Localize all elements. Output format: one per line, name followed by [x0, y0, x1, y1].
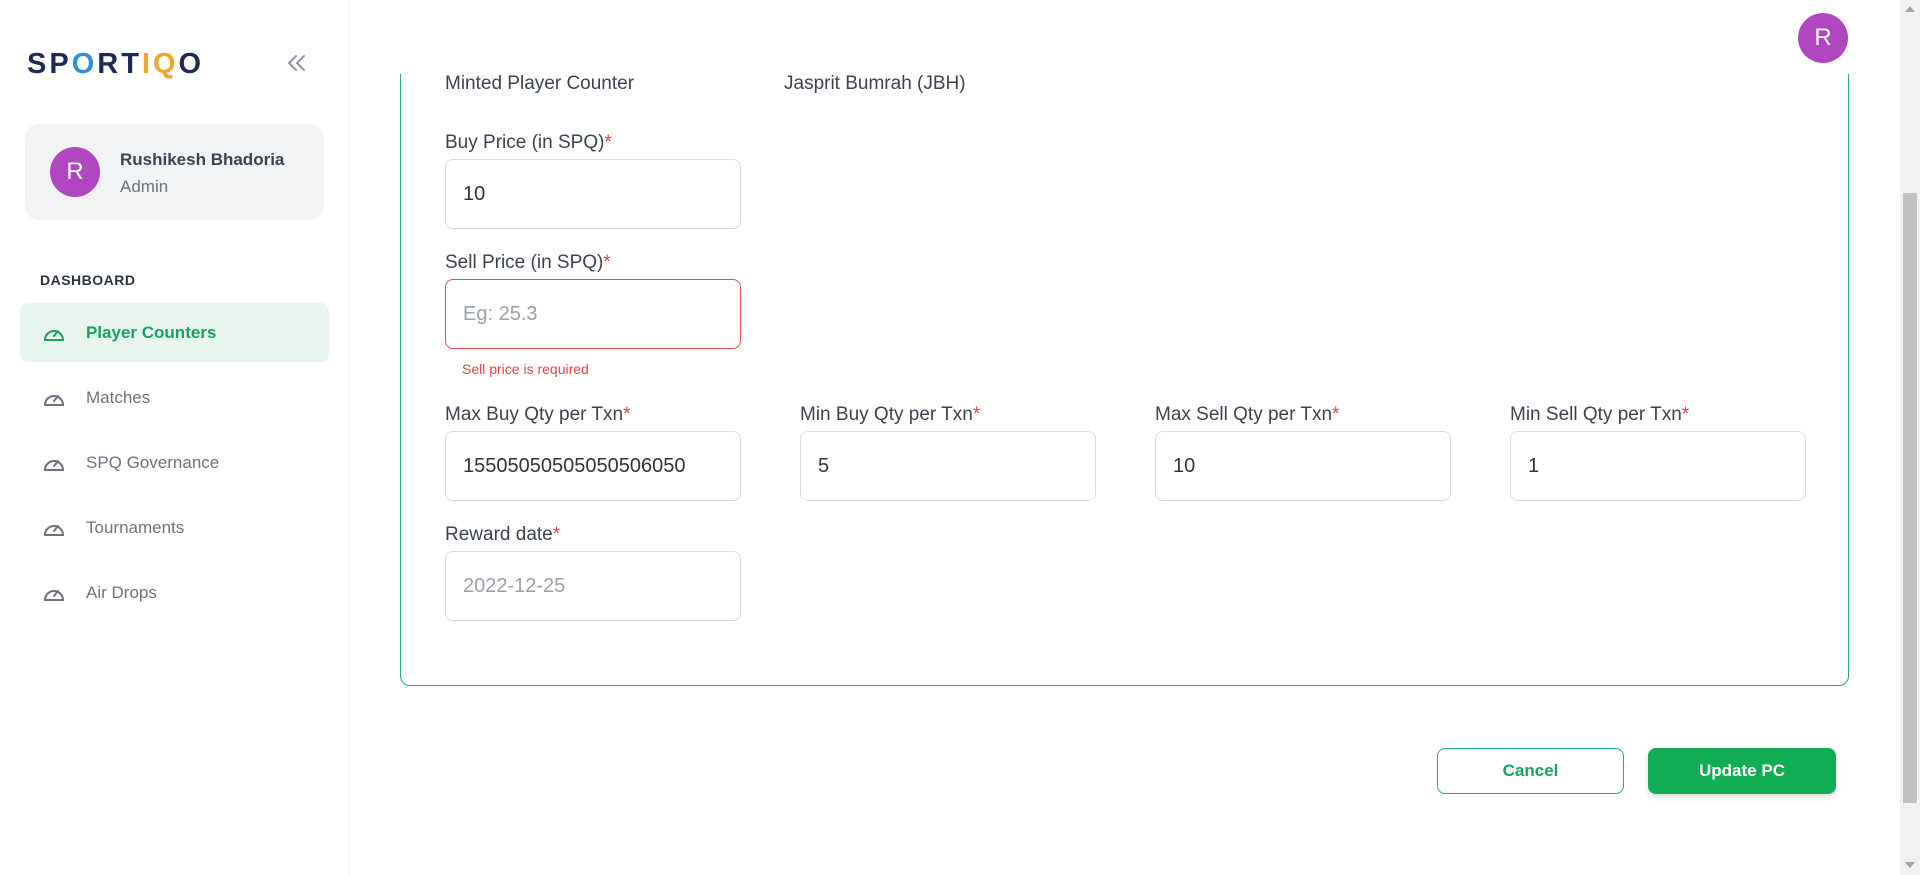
sidebar-item-label: Tournaments: [86, 517, 185, 537]
min-sell-qty-input[interactable]: [1510, 431, 1806, 501]
max-sell-qty-input[interactable]: [1155, 431, 1451, 501]
speedometer-icon: [43, 394, 65, 406]
min-sell-qty-label: Min Sell Qty per Txn*: [1510, 404, 1690, 425]
sidebar-item-matches[interactable]: Matches: [20, 368, 329, 427]
section-title-dashboard: DASHBOARD: [40, 272, 136, 288]
sell-price-label: Sell Price (in SPQ)*: [445, 252, 611, 273]
sell-price-error: Sell price is required: [462, 361, 589, 377]
max-buy-qty-label: Max Buy Qty per Txn*: [445, 404, 631, 425]
update-pc-button[interactable]: Update PC: [1648, 748, 1836, 794]
minted-player-counter-value: Jasprit Bumrah (JBH): [784, 73, 966, 94]
reward-date-label: Reward date*: [445, 524, 561, 545]
main-content: R Minted Player Counter Jasprit Bumrah (…: [350, 0, 1900, 875]
scroll-up-icon[interactable]: [1905, 6, 1915, 12]
sidebar-item-player-counters[interactable]: Player Counters: [20, 303, 329, 362]
vertical-scrollbar[interactable]: [1900, 0, 1920, 875]
user-role: Admin: [120, 177, 169, 196]
reward-date-input[interactable]: [445, 551, 741, 621]
min-buy-qty-label: Min Buy Qty per Txn*: [800, 404, 981, 425]
form-card-scroll-mask: [398, 0, 1851, 74]
user-profile-card[interactable]: R Rushikesh Bhadoria Admin: [25, 124, 324, 220]
user-name: Rushikesh Bhadoria: [120, 150, 285, 169]
speedometer-icon: [43, 524, 65, 536]
sell-price-input[interactable]: [445, 279, 741, 349]
speedometer-icon: [43, 329, 65, 341]
sidebar-item-air-drops[interactable]: Air Drops: [20, 563, 329, 622]
speedometer-icon: [43, 589, 65, 601]
sidebar-item-spq-governance[interactable]: SPQ Governance: [20, 433, 329, 492]
sidebar: SPORTIQO R Rushikesh Bhadoria Admin DASH…: [0, 0, 350, 875]
minted-player-counter-label: Minted Player Counter: [445, 73, 635, 94]
sportiqo-logo[interactable]: SPORTIQO: [27, 48, 204, 81]
max-buy-qty-input[interactable]: [445, 431, 741, 501]
sidebar-item-label: SPQ Governance: [86, 452, 220, 472]
scroll-down-icon[interactable]: [1905, 862, 1915, 868]
header-avatar[interactable]: R: [1798, 13, 1848, 63]
max-sell-qty-label: Max Sell Qty per Txn*: [1155, 404, 1340, 425]
sidebar-item-label: Matches: [86, 387, 151, 407]
sidebar-item-label: Player Counters: [86, 322, 217, 342]
cancel-button[interactable]: Cancel: [1437, 748, 1624, 794]
chevrons-left-icon[interactable]: [284, 50, 312, 76]
buy-price-input[interactable]: [445, 159, 741, 229]
min-buy-qty-input[interactable]: [800, 431, 1096, 501]
scrollbar-thumb[interactable]: [1903, 193, 1917, 803]
sidebar-item-tournaments[interactable]: Tournaments: [20, 498, 329, 557]
sidebar-item-label: Air Drops: [86, 582, 157, 602]
buy-price-label: Buy Price (in SPQ)*: [445, 132, 612, 153]
speedometer-icon: [43, 459, 65, 471]
avatar: R: [50, 147, 100, 197]
